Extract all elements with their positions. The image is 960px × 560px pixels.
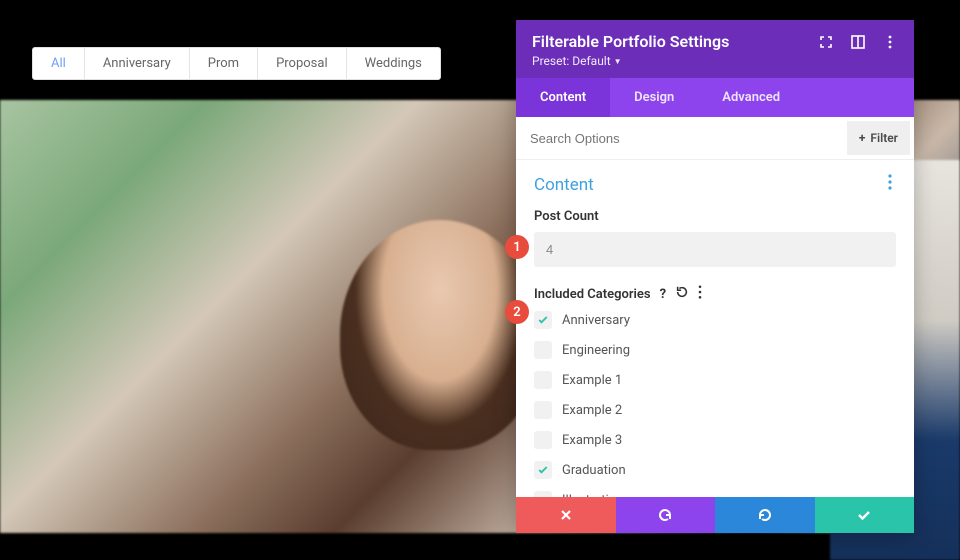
category-label: Illustrations	[562, 493, 630, 498]
checkbox-unchecked-icon	[534, 431, 552, 449]
panel-title: Filterable Portfolio Settings	[532, 32, 818, 51]
plus-icon: +	[859, 131, 866, 145]
checkbox-checked-icon	[534, 311, 552, 329]
category-item-anniversary[interactable]: Anniversary	[534, 311, 896, 329]
preset-label: Preset: Default	[532, 54, 611, 68]
panel-footer	[516, 497, 914, 533]
search-row: + Filter	[516, 117, 914, 160]
callout-badge-1: 1	[505, 235, 529, 259]
included-categories-label: Included Categories ?	[534, 285, 896, 303]
checkbox-unchecked-icon	[534, 401, 552, 419]
category-label: Anniversary	[562, 313, 630, 328]
checkbox-unchecked-icon	[534, 491, 552, 497]
checkbox-unchecked-icon	[534, 341, 552, 359]
portfolio-filter-tabs: All Anniversary Prom Proposal Weddings	[32, 47, 441, 80]
category-item-example-3[interactable]: Example 3	[534, 431, 896, 449]
more-vertical-icon[interactable]	[882, 34, 898, 50]
filter-tab-weddings[interactable]: Weddings	[347, 48, 440, 79]
category-item-illustrations[interactable]: Illustrations	[534, 491, 896, 497]
settings-panel: Filterable Portfolio Settings Preset: De…	[516, 20, 914, 533]
preset-dropdown[interactable]: Preset: Default ▼	[532, 54, 818, 68]
filter-button[interactable]: + Filter	[847, 121, 910, 155]
category-item-example-2[interactable]: Example 2	[534, 401, 896, 419]
category-item-graduation[interactable]: Graduation	[534, 461, 896, 479]
filter-tab-anniversary[interactable]: Anniversary	[85, 48, 190, 79]
category-item-engineering[interactable]: Engineering	[534, 341, 896, 359]
checkbox-unchecked-icon	[534, 371, 552, 389]
panel-body[interactable]: Content Post Count Included Categories ?	[516, 160, 914, 497]
expand-icon[interactable]	[818, 34, 834, 50]
post-count-label: Post Count	[534, 209, 896, 224]
help-icon[interactable]: ?	[660, 287, 666, 302]
reset-icon[interactable]	[675, 285, 689, 303]
more-vertical-icon[interactable]	[698, 285, 702, 303]
category-label: Example 3	[562, 433, 622, 448]
category-label: Example 1	[562, 373, 622, 388]
category-item-example-1[interactable]: Example 1	[534, 371, 896, 389]
tab-design[interactable]: Design	[610, 78, 698, 117]
panel-header: Filterable Portfolio Settings Preset: De…	[516, 20, 914, 78]
caret-down-icon: ▼	[614, 57, 622, 66]
category-label: Graduation	[562, 463, 626, 478]
tab-content[interactable]: Content	[516, 78, 610, 117]
search-options-input[interactable]	[516, 120, 843, 157]
callout-badge-2: 2	[505, 300, 529, 324]
category-label: Engineering	[562, 343, 630, 358]
section-title-content: Content	[534, 175, 884, 195]
tab-advanced[interactable]: Advanced	[698, 78, 804, 117]
checkbox-checked-icon	[534, 461, 552, 479]
redo-button[interactable]	[715, 497, 815, 533]
columns-icon[interactable]	[850, 34, 866, 50]
category-list: Anniversary Engineering Example 1 Exampl…	[534, 311, 896, 497]
panel-tabs: Content Design Advanced	[516, 78, 914, 117]
post-count-input[interactable]	[534, 232, 896, 267]
category-label: Example 2	[562, 403, 622, 418]
filter-tab-all[interactable]: All	[33, 48, 85, 79]
filter-tab-prom[interactable]: Prom	[190, 48, 258, 79]
filter-button-label: Filter	[870, 131, 898, 145]
undo-button[interactable]	[616, 497, 716, 533]
cancel-button[interactable]	[516, 497, 616, 533]
save-button[interactable]	[815, 497, 915, 533]
filter-tab-proposal[interactable]: Proposal	[258, 48, 347, 79]
section-menu-icon[interactable]	[884, 174, 896, 195]
